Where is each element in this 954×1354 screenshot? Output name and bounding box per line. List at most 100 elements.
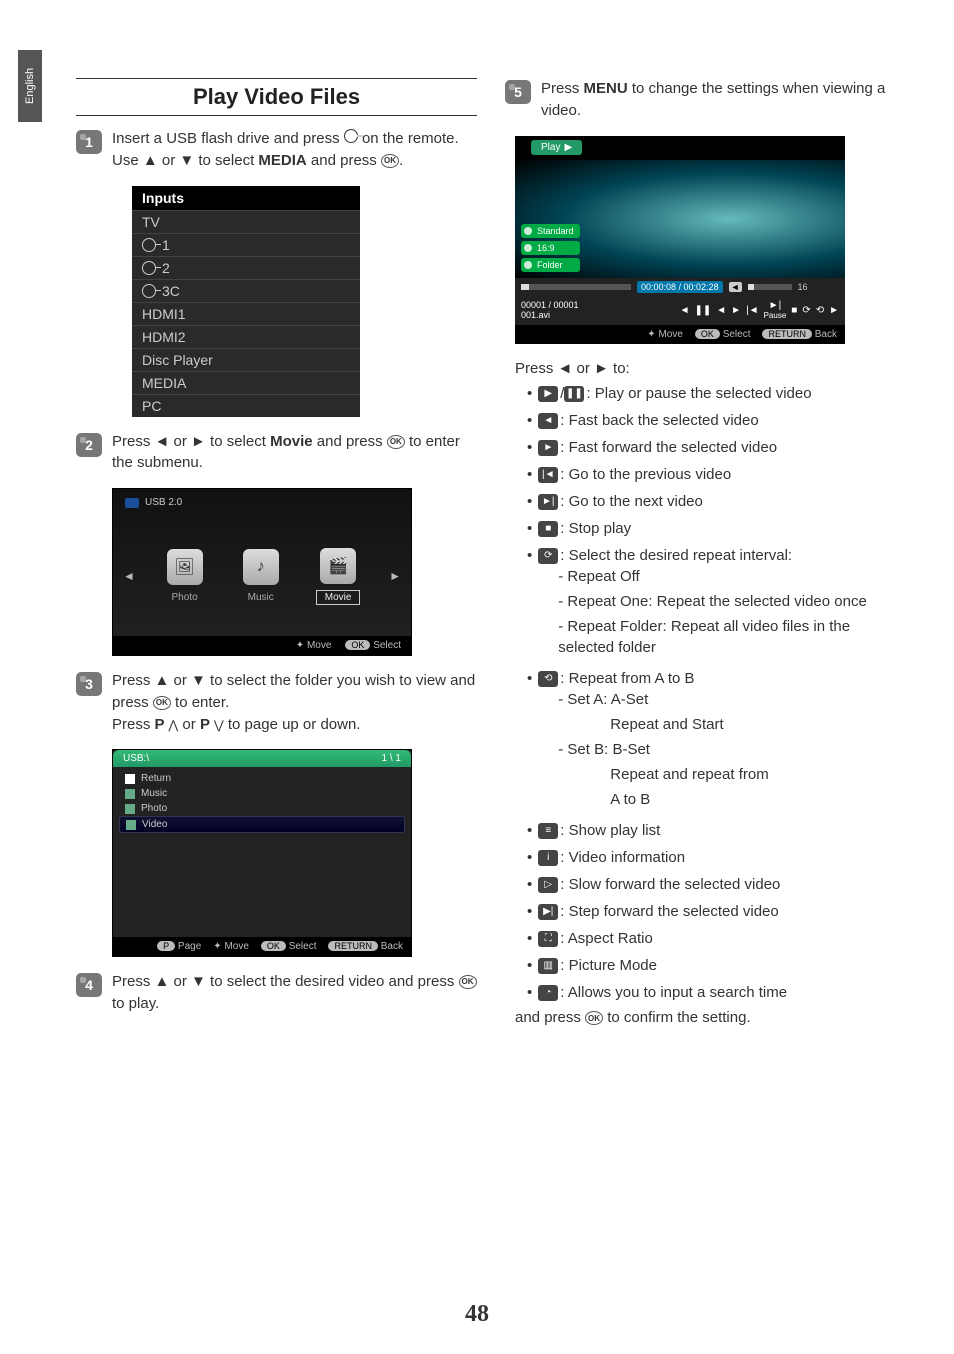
file-row-return[interactable]: Return [113,771,411,786]
file-list: Return Music Photo Video [113,767,411,937]
label: Music [240,591,282,604]
text: Press [112,716,155,733]
folder-icon [125,804,135,814]
list-item: ▥: Picture Mode [527,955,906,976]
forward-icon: ► [538,440,558,456]
text: Press ▲ or ▼ to select the desired video… [112,973,459,990]
text: : Fast back the selected video [560,412,758,429]
label: HDMI2 [142,329,186,345]
file-row-video[interactable]: Video [119,816,405,833]
file-browser-header: USB:\ 1 \ 1 [113,750,411,767]
list-item: |◄: Go to the previous video [527,464,906,485]
file-row-music[interactable]: Music [113,786,411,801]
music-icon: ♪ [243,549,279,585]
ok-icon: OK [381,154,399,168]
input-row-av3c[interactable]: 3C [132,279,360,302]
file-info: 00001 / 00001 001.avi [521,300,579,322]
osd-usb-label: USB 2.0 [113,489,411,516]
empty-space [113,833,411,933]
list-item: ▶/❚❚: Play or pause the selected video [527,383,906,404]
input-row-disc[interactable]: Disc Player [132,348,360,371]
mode-movie[interactable]: 🎬Movie [316,548,361,605]
fwd-icon[interactable]: ► [731,305,741,316]
label: Video [142,819,167,830]
p-pill: P [157,941,175,951]
p-key: P [200,716,214,733]
ok-pill: OK [695,329,720,339]
text: : Fast forward the selected video [560,439,777,456]
section-title: Play Video Files [76,84,477,110]
av-icon [142,261,156,275]
prev-icon: |◄ [538,467,558,483]
prev-icon[interactable]: |◄ [746,305,759,316]
input-row-hdmi2[interactable]: HDMI2 [132,325,360,348]
ok-pill: OK [261,941,286,951]
folder-icon [126,820,136,830]
text: or [178,716,200,733]
language-tab: English [18,50,42,122]
text: A to B [610,789,906,810]
mode-photo[interactable]: 🖼Photo [164,549,206,604]
progress-track[interactable] [521,284,631,290]
mode-music[interactable]: ♪ Music [240,549,282,604]
step-2: 2 Press ◄ or ► to select Movie and press… [76,431,477,475]
ok-pill: OK [345,640,370,650]
repeat-icon[interactable]: ⟳ [802,305,810,316]
input-row-hdmi1[interactable]: HDMI1 [132,302,360,325]
step-body: Insert a USB flash drive and press on th… [112,128,477,172]
list-item: ◄: Fast back the selected video [527,410,906,431]
inputs-menu: Inputs TV 1 2 3C HDMI1 HDMI2 Disc Player… [132,186,360,417]
list-item: ■: Stop play [527,518,906,539]
stop-icon[interactable]: ■ [791,305,797,316]
text: : Step forward the selected video [560,903,778,920]
input-row-av2[interactable]: 2 [132,256,360,279]
text: Press [541,80,584,97]
play-icon: ▶ [564,142,572,153]
text: : Video information [560,849,685,866]
step-body: Press ▲ or ▼ to select the desired video… [112,971,477,1015]
text-bold: MENU [584,80,628,97]
file-row-photo[interactable]: Photo [113,801,411,816]
text: : Slow forward the selected video [560,876,780,893]
right-arrow-icon[interactable]: ► [389,569,401,583]
ab-sublist: - Set A: A-Set Repeat and Start - Set B:… [558,689,906,810]
next-icon[interactable]: ►| [764,300,787,311]
nav-hint: OK Select [695,329,751,340]
nav-hint: RETURN Back [762,329,837,340]
counter: 00001 / 00001 [521,300,579,311]
ab-repeat-icon: ⟲ [538,671,558,687]
list-item: ▶|: Step forward the selected video [527,901,906,922]
inputs-header: Inputs [132,186,360,210]
label: 2 [162,260,170,276]
input-row-media[interactable]: MEDIA [132,371,360,394]
input-row-av1[interactable]: 1 [132,233,360,256]
nav-hint: P Page [157,941,201,952]
pause-icon[interactable]: ❚❚ [695,305,712,316]
volume-track[interactable] [748,284,792,290]
aspect-ratio-icon: ⛶ [538,931,558,947]
player-progress-bar: 00:00:08 / 00:02:28 ◄ 16 [515,278,845,296]
left-arrow-icon[interactable]: ◄ [123,569,135,583]
player-top-bar: Play ▶ [515,136,845,160]
input-row-tv[interactable]: TV [132,210,360,233]
text: . [399,152,403,169]
step-4: 4 Press ▲ or ▼ to select the desired vid… [76,971,477,1015]
input-row-pc[interactable]: PC [132,394,360,417]
more-icon[interactable]: ► [829,305,839,316]
text: : Go to the previous video [560,466,731,483]
ab-icon[interactable]: ⟲ [816,305,824,316]
label: Music [141,788,167,799]
return-pill: RETURN [328,941,378,951]
back-icon[interactable]: ◄ [716,305,726,316]
play-status-pill: Play ▶ [531,140,582,155]
player-footer: ✦ Move OK Select RETURN Back [515,325,845,344]
filename: 001.avi [521,310,579,321]
nav-hint: ✦ Move [647,329,683,340]
rewind-icon[interactable]: ◄ [680,305,690,316]
text: : Picture Mode [560,957,657,974]
label: Return [141,773,171,784]
down-caret-icon: ⋁ [214,718,224,732]
text: to play. [112,995,159,1012]
path-label: USB:\ [123,753,149,764]
video-player-osd: Play ▶ Standard 16:9 Folder 00:00:08 / 0… [515,136,845,345]
